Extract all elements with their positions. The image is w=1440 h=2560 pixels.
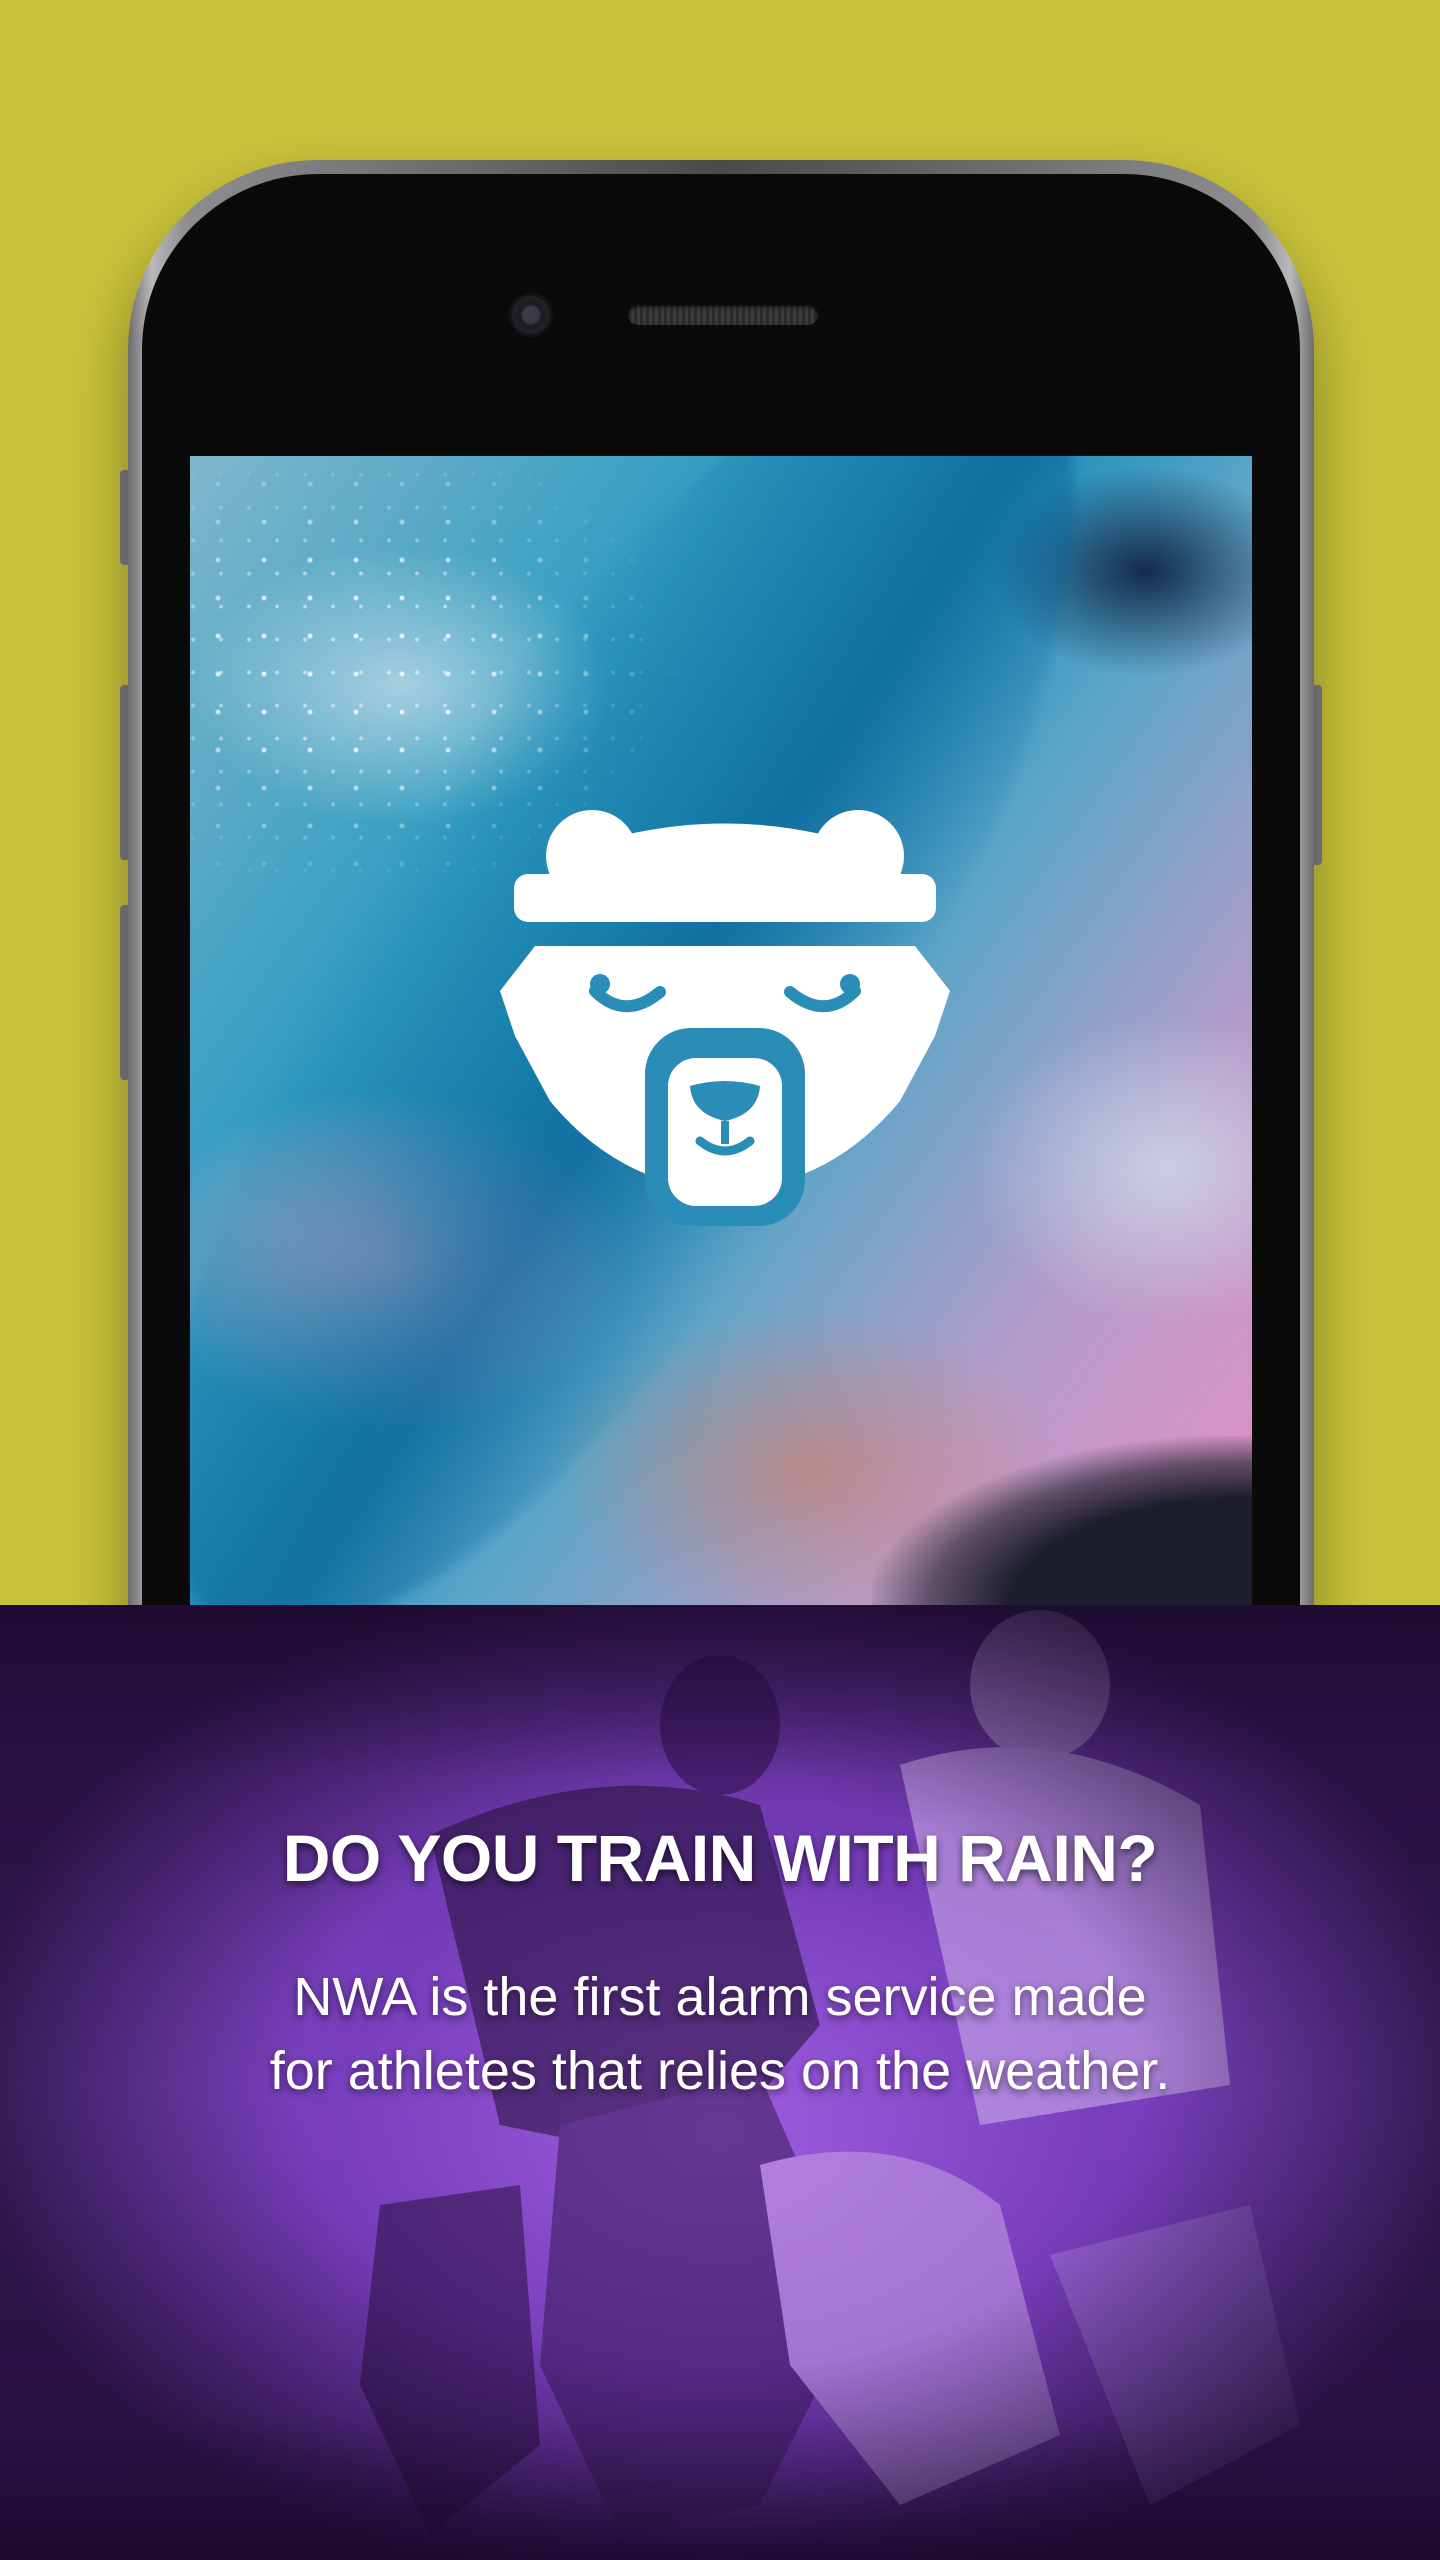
wave-splash: [872, 1436, 1252, 1606]
app-splash-screen: [190, 456, 1252, 1606]
earpiece-speaker: [628, 305, 818, 325]
promo-headline: DO YOU TRAIN WITH RAIN?: [282, 1821, 1158, 1895]
promo-description-line-2: for athletes that relies on the weather.: [269, 2041, 1171, 2101]
promo-description: NWA is the first alarm service made for …: [0, 1960, 1440, 2108]
promo-description-line-1: NWA is the first alarm service made: [293, 1967, 1147, 2027]
promo-panel: DO YOU TRAIN WITH RAIN? NWA is the first…: [0, 1605, 1440, 2560]
front-camera: [512, 296, 550, 334]
bear-headband-icon: [500, 810, 950, 1226]
